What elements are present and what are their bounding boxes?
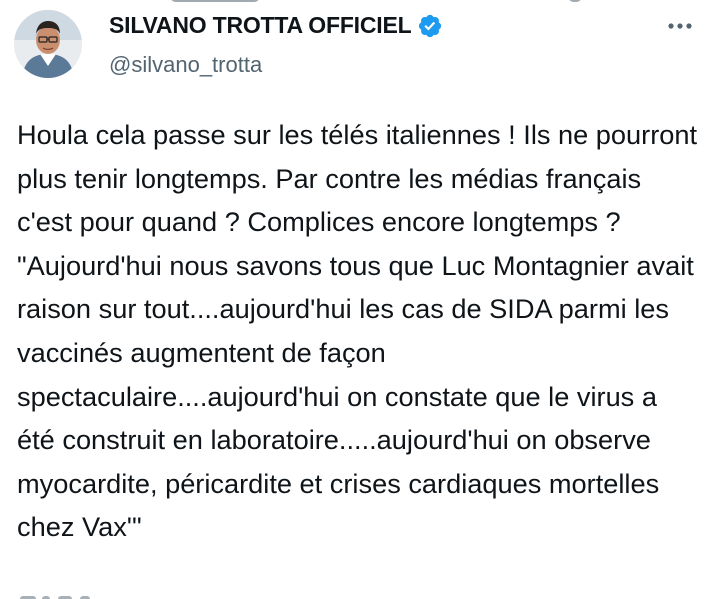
author-handle[interactable]: @silvano_trotta [109,52,262,78]
avatar-image [14,10,82,78]
previous-content-cutoff [0,0,709,4]
verified-badge-icon [417,13,443,39]
avatar[interactable] [14,10,82,78]
next-content-cutoff [18,594,138,599]
more-horizontal-icon[interactable] [665,16,695,36]
author-name-row[interactable]: SILVANO TROTTA OFFICIEL [109,12,443,39]
tweet-text: Houla cela passe sur les télés italienne… [17,119,705,543]
author-display-name[interactable]: SILVANO TROTTA OFFICIEL [109,12,412,39]
tweet-card: SILVANO TROTTA OFFICIEL @silvano_trotta … [0,0,709,599]
